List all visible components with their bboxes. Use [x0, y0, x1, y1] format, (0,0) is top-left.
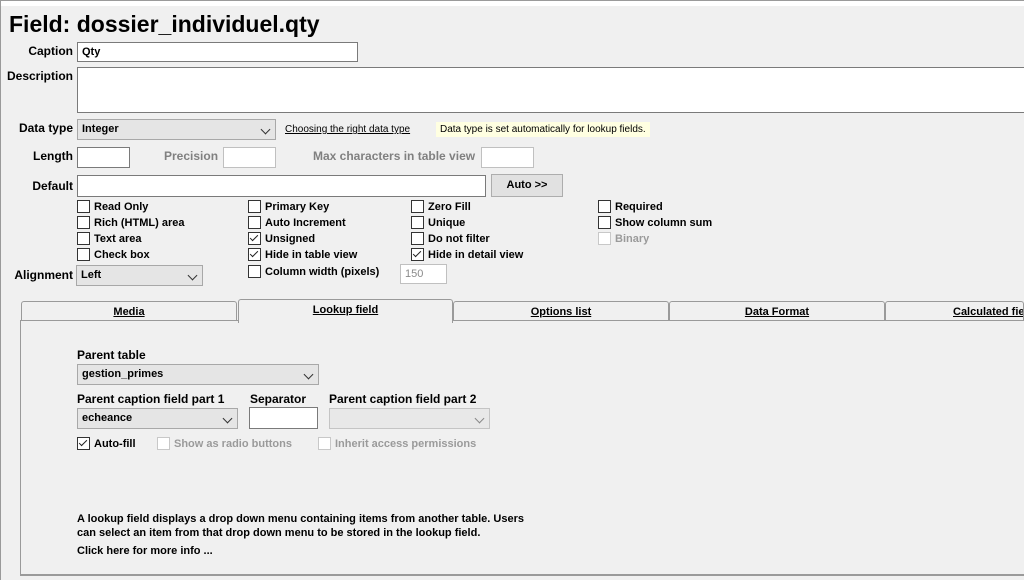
- precision-input[interactable]: [223, 147, 276, 168]
- data-type-label: Data type: [18, 121, 73, 135]
- check-box-checkbox[interactable]: Check box: [77, 248, 150, 261]
- read-only-checkbox[interactable]: Read Only: [77, 200, 148, 213]
- lookup-info-line-2: can select an item from that drop down m…: [77, 527, 481, 539]
- show-as-radio-buttons-checkbox[interactable]: Show as radio buttons: [157, 437, 292, 450]
- caption-label: Caption: [28, 44, 73, 58]
- length-label: Length: [33, 149, 73, 163]
- do-not-filter-checkbox[interactable]: Do not filter: [411, 232, 490, 245]
- tab-media[interactable]: Media: [21, 301, 237, 322]
- tab-lookup-field[interactable]: Lookup field: [238, 299, 453, 323]
- caption-input[interactable]: Qty: [77, 42, 358, 62]
- unique-checkbox[interactable]: Unique: [411, 216, 465, 229]
- data-type-help-link[interactable]: Choosing the right data type: [285, 124, 410, 135]
- separator-label: Separator: [250, 392, 307, 406]
- page-title: Field: dossier_individuel.qty: [9, 11, 320, 37]
- separator-input[interactable]: [249, 407, 318, 429]
- more-info-link[interactable]: Click here for more info ...: [77, 544, 213, 558]
- window-top-border: [0, 0, 1024, 6]
- column-width-input[interactable]: 150: [400, 264, 447, 284]
- description-label: Description: [6, 69, 73, 83]
- hide-in-detail-view-checkbox[interactable]: Hide in detail view: [411, 248, 523, 261]
- text-area-checkbox[interactable]: Text area: [77, 232, 142, 245]
- show-column-sum-checkbox[interactable]: Show column sum: [598, 216, 712, 229]
- default-label: Default: [32, 179, 73, 193]
- chevron-down-icon: [474, 413, 485, 424]
- chevron-down-icon: [260, 124, 271, 135]
- chevron-down-icon: [187, 270, 198, 281]
- data-type-select[interactable]: Integer: [77, 119, 276, 140]
- tab-options-list[interactable]: Options list: [453, 301, 669, 322]
- auto-button[interactable]: Auto >>: [491, 174, 563, 197]
- data-type-hint: Data type is set automatically for looku…: [436, 122, 650, 137]
- max-characters-input[interactable]: [481, 147, 534, 168]
- data-type-value: Integer: [82, 123, 119, 135]
- zero-fill-checkbox[interactable]: Zero Fill: [411, 200, 471, 213]
- lookup-info-text: A lookup field displays a drop down menu…: [77, 512, 524, 540]
- tab-data-format[interactable]: Data Format: [669, 301, 885, 322]
- default-input[interactable]: [77, 175, 486, 197]
- hide-in-table-view-checkbox[interactable]: Hide in table view: [248, 248, 357, 261]
- primary-key-checkbox[interactable]: Primary Key: [248, 200, 329, 213]
- caption-part1-select[interactable]: echeance: [77, 408, 238, 429]
- auto-increment-checkbox[interactable]: Auto Increment: [248, 216, 346, 229]
- chevron-down-icon: [222, 413, 233, 424]
- column-width-checkbox[interactable]: Column width (pixels): [248, 265, 379, 278]
- parent-table-value: gestion_primes: [82, 368, 164, 380]
- caption-part2-label: Parent caption field part 2: [329, 392, 477, 406]
- parent-table-label: Parent table: [77, 348, 146, 362]
- unsigned-checkbox[interactable]: Unsigned: [248, 232, 315, 245]
- tab-calculated-field[interactable]: Calculated fie: [885, 301, 1024, 322]
- window-left-border: [0, 0, 5, 580]
- binary-checkbox[interactable]: Binary: [598, 232, 649, 245]
- description-textarea[interactable]: [77, 67, 1024, 113]
- chevron-down-icon: [303, 369, 314, 380]
- lookup-info-line-1: A lookup field displays a drop down menu…: [77, 513, 524, 525]
- required-checkbox[interactable]: Required: [598, 200, 663, 213]
- length-input[interactable]: [77, 147, 130, 168]
- precision-label: Precision: [164, 149, 219, 163]
- alignment-select[interactable]: Left: [76, 265, 203, 286]
- parent-table-select[interactable]: gestion_primes: [77, 364, 319, 385]
- rich-html-checkbox[interactable]: Rich (HTML) area: [77, 216, 184, 229]
- caption-part1-value: echeance: [82, 412, 133, 424]
- alignment-label: Alignment: [14, 268, 73, 282]
- auto-fill-checkbox[interactable]: Auto-fill: [77, 437, 136, 450]
- inherit-access-permissions-checkbox[interactable]: Inherit access permissions: [318, 437, 476, 450]
- caption-part2-select[interactable]: [329, 408, 490, 429]
- max-characters-label: Max characters in table view: [313, 149, 476, 163]
- alignment-value: Left: [81, 269, 102, 281]
- caption-part1-label: Parent caption field part 1: [77, 392, 225, 406]
